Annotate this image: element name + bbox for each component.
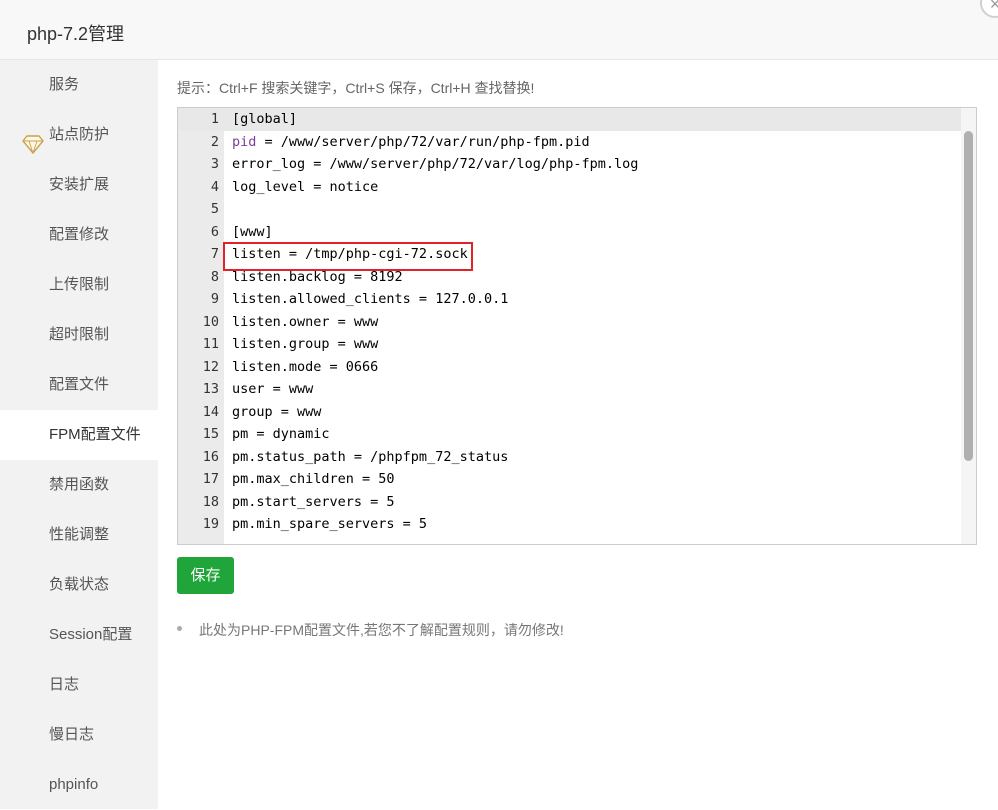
line-code: pm.max_children = 50 <box>232 471 395 487</box>
sidebar-item-7[interactable]: FPM配置文件 <box>0 410 158 460</box>
editor-line[interactable]: 15 pm = dynamic <box>178 423 963 446</box>
sidebar-item-4[interactable]: 上传限制 <box>0 260 158 310</box>
dialog-titlebar: php-7.2管理 <box>0 0 998 60</box>
sidebar-item-label: 负载状态 <box>49 576 110 593</box>
line-number: 12 <box>202 358 219 375</box>
sidebar-item-11[interactable]: Session配置 <box>0 610 158 660</box>
php-manager-dialog: php-7.2管理 × 服务 站点防护 安装扩展 配置修改 上传限制 超时限制 配置文件 FP… <box>0 0 998 809</box>
sidebar-item-9[interactable]: 性能调整 <box>0 510 158 560</box>
sidebar-item-1[interactable]: 站点防护 <box>0 110 158 160</box>
line-number: 17 <box>202 471 219 487</box>
dialog-title: php-7.2管理 <box>27 24 125 44</box>
code-keyword: pid <box>232 133 257 150</box>
editor-line[interactable]: 17 pm.max_children = 50 <box>178 468 963 491</box>
sidebar-item-label: 超时限制 <box>49 326 110 343</box>
sidebar-item-2[interactable]: 安装扩展 <box>0 160 158 210</box>
line-code: pm.start_servers = 5 <box>232 493 395 510</box>
sidebar-item-8[interactable]: 禁用函数 <box>0 460 158 510</box>
line-code: listen.mode = 0666 <box>232 358 379 375</box>
sidebar-item-label: phpinfo <box>49 776 99 793</box>
fpm-config-panel: 提示：Ctrl+F 搜索关键字，Ctrl+S 保存，Ctrl+H 查找替换! 1… <box>158 60 998 809</box>
editor-line[interactable]: 11 listen.group = www <box>178 333 963 356</box>
editor-line[interactable]: 2 pid = /www/server/php/72/var/run/php-fp… <box>178 131 963 154</box>
line-number: 1 <box>210 111 219 127</box>
sidebar-item-label: 慢日志 <box>49 726 95 743</box>
line-number: 4 <box>210 178 219 195</box>
shortcut-hint: 提示：Ctrl+F 搜索关键字，Ctrl+S 保存，Ctrl+H 查找替换! <box>177 80 535 96</box>
line-number: 19 <box>202 516 219 532</box>
line-code: listen.owner = www <box>232 313 379 330</box>
line-number: 11 <box>202 336 219 352</box>
line-code: log_level = notice <box>232 178 379 195</box>
sidebar-item-label: 服务 <box>49 76 80 93</box>
line-code: error_log = /www/server/php/72/var/log/p… <box>232 156 639 172</box>
editor-line[interactable]: 12 listen.mode = 0666 <box>178 356 963 379</box>
sidebar-item-5[interactable]: 超时限制 <box>0 310 158 360</box>
line-code: [www] <box>232 223 273 240</box>
line-number: 2 <box>210 133 219 150</box>
sidebar-item-label: 性能调整 <box>49 526 110 543</box>
line-code: pm = dynamic <box>232 426 330 442</box>
editor-line[interactable]: 18 pm.start_servers = 5 <box>178 491 963 514</box>
line-number: 18 <box>202 493 219 510</box>
editor-line[interactable]: 14 group = www <box>178 401 963 424</box>
line-number: 13 <box>202 381 219 397</box>
sidebar-item-14[interactable]: phpinfo <box>0 760 158 810</box>
sidebar-item-label: 配置修改 <box>49 226 110 243</box>
line-code: pm.min_spare_servers = 5 <box>232 516 428 532</box>
sidebar-item-label: 站点防护 <box>49 126 110 143</box>
line-code: group = www <box>232 403 322 420</box>
sidebar-item-12[interactable]: 日志 <box>0 660 158 710</box>
diamond-icon <box>22 125 44 155</box>
editor-line[interactable]: 9 listen.allowed_clients = 127.0.0.1 <box>178 288 963 311</box>
editor-line[interactable]: 1 [global] <box>178 108 963 131</box>
line-code: pid = /www/server/php/72/var/run/php-fpm… <box>232 131 590 154</box>
line-number: 14 <box>202 403 219 420</box>
line-code: pm.status_path = /phpfpm_72_status <box>232 448 509 465</box>
editor-line[interactable]: 13 user = www <box>178 378 963 401</box>
sidebar-item-label: FPM配置文件 <box>49 426 141 443</box>
line-code: [global] <box>232 111 298 127</box>
warning-text: 此处为PHP-FPM配置文件,若您不了解配置规则，请勿修改! <box>199 622 564 638</box>
editor-line[interactable]: 19 pm.min_spare_servers = 5 <box>178 513 963 536</box>
line-code: user = www <box>232 381 314 397</box>
line-code: listen.allowed_clients = 127.0.0.1 <box>232 291 509 307</box>
line-number: 9 <box>210 291 219 307</box>
sidebar-item-label: 安装扩展 <box>49 176 110 193</box>
save-button[interactable]: 保存 <box>177 557 234 594</box>
scroll-thumb[interactable] <box>964 131 973 461</box>
sidebar-item-label: 配置文件 <box>49 376 110 393</box>
line-number: 3 <box>210 156 219 172</box>
sidebar-item-10[interactable]: 负载状态 <box>0 560 158 610</box>
line-number: 8 <box>210 268 219 285</box>
sidebar-item-label: Session配置 <box>49 626 133 643</box>
editor-line[interactable]: 6 [www] <box>178 221 963 244</box>
sidebar-item-3[interactable]: 配置修改 <box>0 210 158 260</box>
editor-line[interactable]: 4 log_level = notice <box>178 176 963 199</box>
listen-line-highlight <box>223 242 473 271</box>
editor-scrollbar[interactable] <box>961 108 976 544</box>
sidebar-item-0[interactable]: 服务 <box>0 60 158 110</box>
bullet-icon <box>177 626 182 631</box>
editor-line[interactable]: 10 listen.owner = www <box>178 311 963 334</box>
editor-line[interactable]: 16 pm.status_path = /phpfpm_72_status <box>178 446 963 469</box>
sidebar-item-label: 禁用函数 <box>49 476 110 493</box>
editor-line[interactable]: 3 error_log = /www/server/php/72/var/log/… <box>178 153 963 176</box>
sidebar-item-label: 上传限制 <box>49 276 110 293</box>
line-number: 7 <box>210 246 219 262</box>
code-value: = /www/server/php/72/var/run/php-fpm.pid <box>256 133 590 150</box>
line-number: 5 <box>210 201 219 217</box>
line-number: 10 <box>202 313 219 330</box>
sidebar-item-label: 日志 <box>49 676 80 693</box>
line-number: 16 <box>202 448 219 465</box>
sidebar-item-6[interactable]: 配置文件 <box>0 360 158 410</box>
code-editor[interactable]: 1 [global] 2 pid = /www/server/php/72/var/r… <box>177 107 977 545</box>
sidebar-nav: 服务站点防护安装扩展配置修改上传限制超时限制配置文件 FPM配置文件 禁用函数性能调… <box>0 60 158 809</box>
line-number: 15 <box>202 426 219 442</box>
sidebar-item-13[interactable]: 慢日志 <box>0 710 158 760</box>
editor-line[interactable]: 5 <box>178 198 963 221</box>
line-code: listen.group = www <box>232 336 379 352</box>
line-number: 6 <box>210 223 219 240</box>
